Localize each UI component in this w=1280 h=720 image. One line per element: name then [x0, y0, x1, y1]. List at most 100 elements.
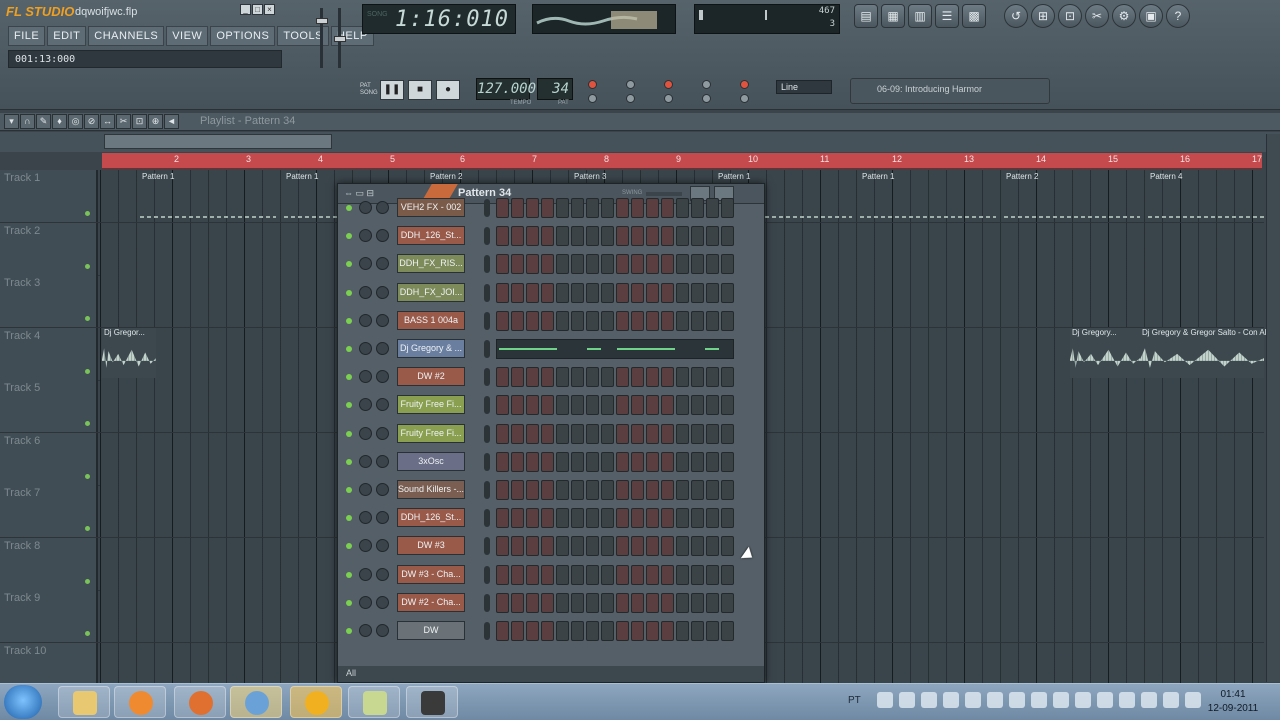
- channel-volume-knob[interactable]: [359, 624, 372, 637]
- track-mute-led-icon[interactable]: [85, 473, 90, 479]
- step-button[interactable]: [601, 198, 614, 218]
- step-button[interactable]: [646, 592, 659, 613]
- pattern-clip[interactable]: Pattern 1: [140, 172, 280, 220]
- step-button[interactable]: [616, 564, 629, 585]
- step-button[interactable]: [511, 536, 524, 557]
- magnet-icon[interactable]: ∩: [20, 114, 35, 129]
- step-button[interactable]: [571, 367, 584, 388]
- typing-keyboard-led-icon[interactable]: [588, 94, 597, 103]
- step-button[interactable]: [526, 536, 539, 557]
- tray-usb-icon[interactable]: [1118, 692, 1135, 708]
- track-header[interactable]: Track 5: [0, 380, 98, 432]
- channel-select-indicator[interactable]: [484, 424, 490, 443]
- step-button[interactable]: [601, 395, 614, 416]
- channel-name-button[interactable]: Sound Killers -...: [397, 480, 465, 499]
- channel-volume-knob[interactable]: [359, 483, 372, 496]
- track-mute-led-icon[interactable]: [85, 631, 90, 636]
- step-button[interactable]: [646, 621, 659, 641]
- step-button[interactable]: [706, 198, 719, 218]
- step-button[interactable]: [616, 310, 629, 331]
- step-button[interactable]: [496, 254, 509, 275]
- step-button[interactable]: [541, 451, 554, 472]
- channel-select-indicator[interactable]: [484, 452, 490, 471]
- track-header[interactable]: Track 9: [0, 590, 98, 642]
- step-button[interactable]: [601, 451, 614, 472]
- step-button[interactable]: [706, 310, 719, 331]
- step-button[interactable]: [616, 367, 629, 388]
- step-button[interactable]: [661, 508, 674, 529]
- track-mute-led-icon[interactable]: [85, 578, 90, 584]
- step-button[interactable]: [541, 282, 554, 303]
- channel-mute-led-icon[interactable]: [346, 571, 352, 578]
- channel-select-indicator[interactable]: [484, 509, 490, 528]
- step-button[interactable]: [571, 310, 584, 331]
- step-button[interactable]: [616, 592, 629, 613]
- step-button[interactable]: [541, 395, 554, 416]
- step-button[interactable]: [616, 423, 629, 444]
- tools-icon[interactable]: ⚙: [1112, 4, 1136, 28]
- channel-mute-led-icon[interactable]: [346, 289, 352, 296]
- step-button[interactable]: [646, 451, 659, 472]
- step-button[interactable]: [496, 508, 509, 529]
- step-button[interactable]: [511, 621, 524, 641]
- channel-select-indicator[interactable]: [484, 368, 490, 387]
- step-button[interactable]: [616, 282, 629, 303]
- step-button[interactable]: [631, 198, 644, 218]
- step-button[interactable]: [691, 395, 704, 416]
- step-button[interactable]: [646, 508, 659, 529]
- step-button[interactable]: [721, 592, 734, 613]
- step-button[interactable]: [496, 198, 509, 218]
- step-button[interactable]: [541, 564, 554, 585]
- channel-name-button[interactable]: Dj Gregory & ...: [397, 339, 465, 358]
- channel-select-indicator[interactable]: [484, 255, 490, 274]
- step-button[interactable]: [571, 282, 584, 303]
- step-button[interactable]: [706, 592, 719, 613]
- step-button[interactable]: [586, 451, 599, 472]
- step-button[interactable]: [526, 198, 539, 218]
- master-volume[interactable]: [314, 4, 348, 72]
- step-button[interactable]: [691, 564, 704, 585]
- channel-volume-knob[interactable]: [359, 257, 372, 271]
- firefox-taskbar-icon[interactable]: [174, 686, 226, 718]
- step-button[interactable]: [661, 198, 674, 218]
- step-button[interactable]: [541, 480, 554, 500]
- channel-name-button[interactable]: DW #2 - Cha...: [397, 592, 465, 612]
- channel-volume-knob[interactable]: [359, 511, 372, 525]
- step-button[interactable]: [631, 621, 644, 641]
- channel-name-button[interactable]: DDH_FX_RIS...: [397, 254, 465, 274]
- step-button[interactable]: [691, 508, 704, 529]
- step-button[interactable]: [676, 508, 689, 529]
- brush-icon[interactable]: ♦: [52, 114, 67, 129]
- step-button[interactable]: [526, 621, 539, 641]
- channel-mute-led-icon[interactable]: [346, 317, 352, 324]
- step-button[interactable]: [511, 198, 524, 218]
- step-button[interactable]: [511, 254, 524, 275]
- step-button[interactable]: [676, 367, 689, 388]
- step-button[interactable]: [541, 536, 554, 557]
- step-button[interactable]: [496, 564, 509, 585]
- step-button[interactable]: [721, 423, 734, 444]
- save-icon[interactable]: ⊞: [1031, 4, 1055, 28]
- step-button[interactable]: [661, 395, 674, 416]
- playlist-window-button[interactable]: ▤: [854, 4, 878, 28]
- pattern-clip[interactable]: Pattern 1: [860, 172, 1000, 220]
- clipboard-icon[interactable]: ▣: [1139, 4, 1163, 28]
- system-clock[interactable]: 01:41 12-09-2011: [1196, 688, 1270, 716]
- step-button[interactable]: [631, 480, 644, 500]
- step-button[interactable]: [496, 226, 509, 247]
- menu-arrow-icon[interactable]: ▾: [4, 114, 19, 129]
- step-button[interactable]: [511, 367, 524, 388]
- channel-name-button[interactable]: DDH_126_St...: [397, 508, 465, 528]
- step-button[interactable]: [706, 226, 719, 247]
- tray-download-icon[interactable]: [986, 692, 1003, 708]
- menu-channels[interactable]: CHANNELS: [88, 26, 165, 46]
- wait-led-icon[interactable]: [626, 94, 635, 103]
- channel-name-button[interactable]: Fruity Free Fi...: [397, 423, 465, 443]
- step-button[interactable]: [676, 451, 689, 472]
- channel-volume-knob[interactable]: [359, 595, 372, 609]
- record-button[interactable]: ●: [436, 80, 460, 100]
- multilink-led-icon[interactable]: [740, 94, 749, 103]
- channel-name-button[interactable]: DW #3: [397, 536, 465, 556]
- pattern-selector[interactable]: 34: [537, 78, 573, 100]
- step-button[interactable]: [616, 480, 629, 500]
